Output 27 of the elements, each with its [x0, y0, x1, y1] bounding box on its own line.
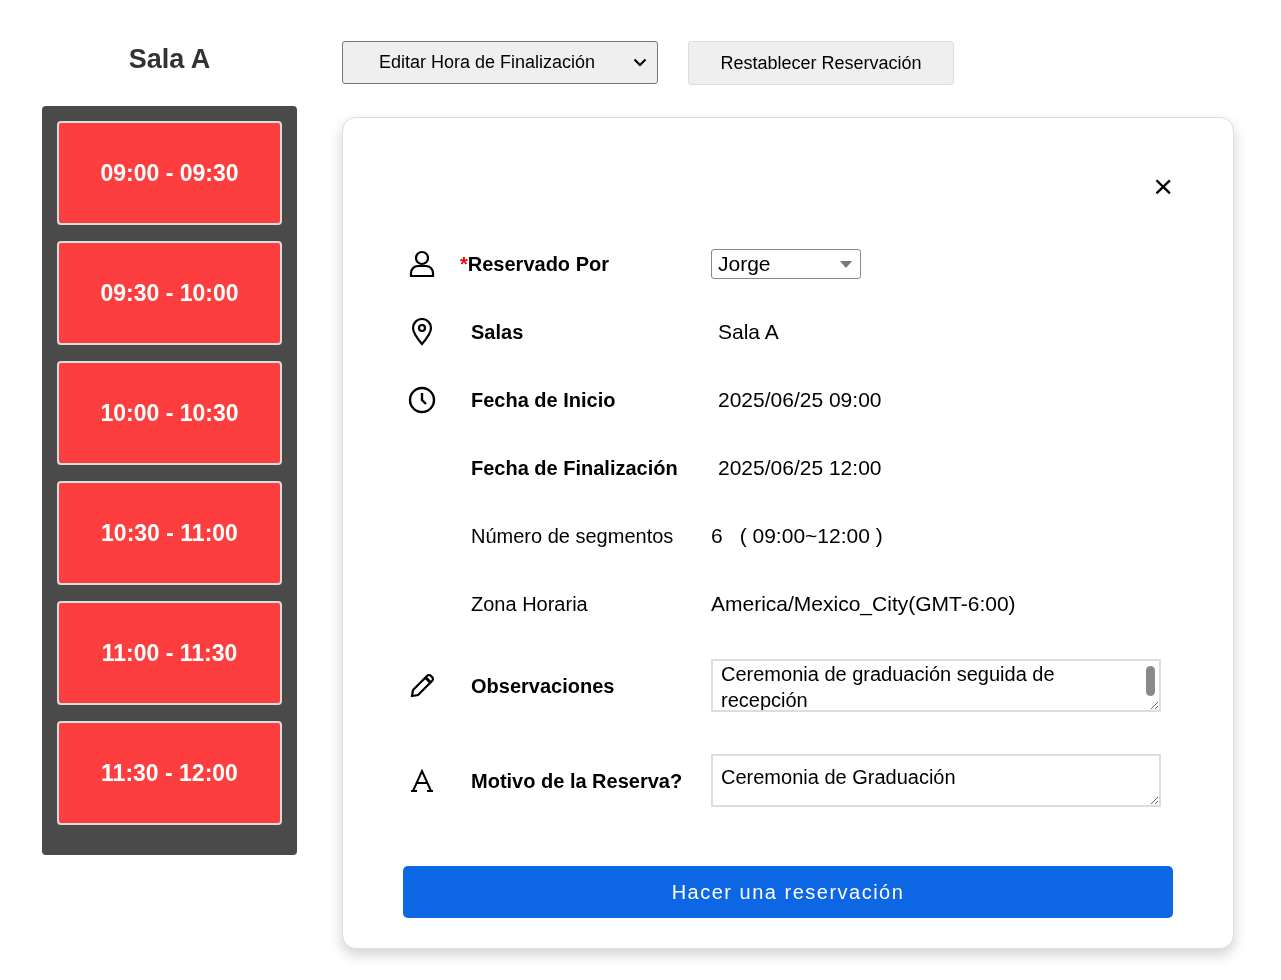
time-slot[interactable]: 10:30 - 11:00 [57, 481, 282, 585]
field-label: Observaciones [470, 673, 616, 699]
field-label: *Reservado Por [460, 252, 610, 277]
text-area[interactable]: Ceremonia de Graduación [711, 754, 1161, 807]
field-value: America/Mexico_City(GMT-6:00) [711, 592, 1017, 616]
submit-button[interactable]: Hacer una reservación [403, 866, 1173, 918]
field-label: Motivo de la Reserva? [470, 768, 684, 794]
segment-count: 6 [711, 524, 723, 548]
field-value: Sala A [717, 320, 780, 344]
field-label: Zona Horaria [470, 592, 589, 617]
field-label: Salas [470, 320, 525, 345]
time-slot[interactable]: 11:30 - 12:00 [57, 721, 282, 825]
field-value: 2025/06/25 12:00 [717, 456, 883, 480]
field-label: Número de segmentos [470, 524, 675, 549]
field-label: Fecha de Inicio [470, 388, 617, 413]
reset-button[interactable]: Restablecer Reservación [688, 41, 954, 85]
segment-range: ( 09:00~12:00 ) [739, 524, 883, 548]
room-title: Sala A [128, 43, 211, 76]
field-label: Fecha de Finalización [470, 456, 679, 481]
time-slot[interactable]: 09:30 - 10:00 [57, 241, 282, 345]
close-button[interactable]: × [1153, 168, 1173, 204]
time-slot[interactable]: 09:00 - 09:30 [57, 121, 282, 225]
time-slot[interactable]: 11:00 - 11:30 [57, 601, 282, 705]
person-select[interactable]: Jorge [711, 249, 861, 279]
time-slot[interactable]: 10:00 - 10:30 [57, 361, 282, 465]
field-value: 2025/06/25 09:00 [717, 388, 883, 412]
end-time-dropdown[interactable]: Editar Hora de Finalización [342, 41, 658, 84]
